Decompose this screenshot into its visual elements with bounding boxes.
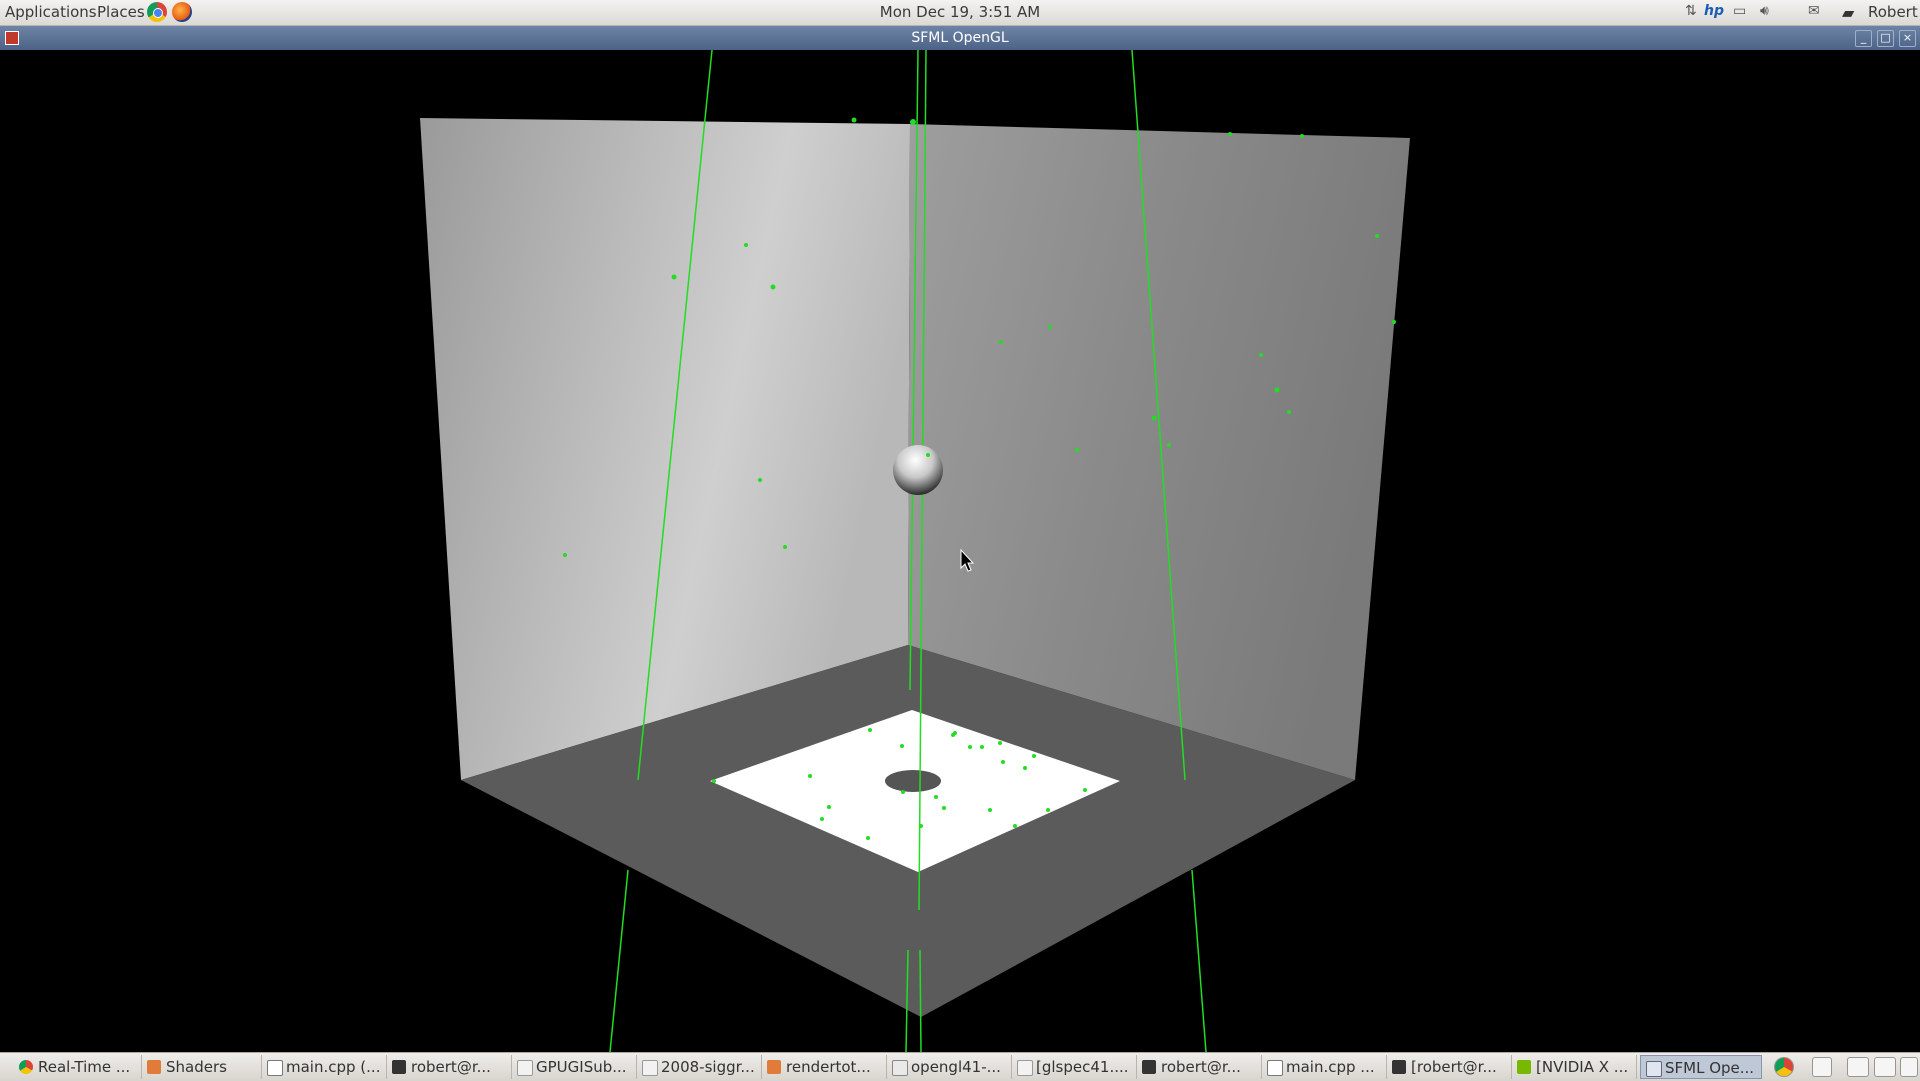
opengl-viewport[interactable] bbox=[0, 49, 1920, 1053]
taskbar-item-glspec41[interactable]: [glspec41.... bbox=[1012, 1055, 1137, 1079]
taskbar-item-terminal-1[interactable]: robert@r... bbox=[387, 1055, 512, 1079]
taskbar-item-main-cpp[interactable]: main.cpp (... bbox=[262, 1055, 387, 1079]
show-desktop-icon[interactable] bbox=[1812, 1057, 1832, 1077]
bottom-taskbar: Real-Time ... Shaders main.cpp (... robe… bbox=[0, 1052, 1920, 1081]
document-icon bbox=[517, 1060, 533, 1076]
chat-icon[interactable]: ▰ bbox=[1842, 3, 1854, 22]
sphere bbox=[893, 445, 943, 495]
taskbar-item-sfml-opengl[interactable]: SFML Ope... bbox=[1640, 1055, 1762, 1079]
taskbar-item-nvidia[interactable]: [NVIDIA X ... bbox=[1512, 1055, 1637, 1079]
pdf-icon bbox=[892, 1060, 908, 1076]
maximize-icon[interactable]: □ bbox=[1877, 30, 1894, 47]
network-icon[interactable]: ⇅ bbox=[1685, 3, 1697, 19]
folder-icon bbox=[767, 1060, 781, 1074]
chrome-icon bbox=[19, 1060, 33, 1074]
folder-icon bbox=[147, 1060, 161, 1074]
window-icon bbox=[1646, 1061, 1662, 1077]
sphere-shadow bbox=[885, 770, 941, 792]
workspace-2-icon[interactable] bbox=[1874, 1057, 1896, 1077]
taskbar-item-real-time[interactable]: Real-Time ... bbox=[14, 1055, 142, 1079]
taskbar-item-gpugisub[interactable]: GPUGISub... bbox=[512, 1055, 637, 1079]
terminal-icon bbox=[1392, 1060, 1406, 1074]
document-icon bbox=[1017, 1060, 1033, 1076]
document-icon bbox=[642, 1060, 658, 1076]
window-title: SFML OpenGL bbox=[911, 30, 1009, 46]
top-panel: Applications Places Mon Dec 19, 3:51 AM … bbox=[0, 0, 1920, 26]
trash-icon[interactable] bbox=[1900, 1057, 1918, 1077]
mail-icon[interactable]: ✉ bbox=[1808, 3, 1820, 19]
chrome-tray-icon[interactable] bbox=[1774, 1057, 1794, 1077]
hp-icon[interactable]: hp bbox=[1704, 3, 1724, 19]
window-title-bar[interactable]: SFML OpenGL _ □ × bbox=[0, 26, 1920, 50]
taskbar-item-opengl41[interactable]: opengl41-... bbox=[887, 1055, 1012, 1079]
scene-render bbox=[420, 49, 1410, 1053]
battery-icon[interactable]: ▭ bbox=[1733, 3, 1746, 19]
terminal-icon bbox=[392, 1060, 406, 1074]
taskbar-item-2008-siggraph[interactable]: 2008-siggr... bbox=[637, 1055, 762, 1079]
taskbar-item-main-cpp-2[interactable]: main.cpp ... bbox=[1262, 1055, 1387, 1079]
nvidia-icon bbox=[1517, 1060, 1531, 1074]
close-icon[interactable]: × bbox=[1899, 30, 1916, 47]
workspace-switcher-icon[interactable] bbox=[1847, 1057, 1869, 1077]
volume-icon[interactable]: 🔊︎ bbox=[1760, 3, 1769, 19]
text-editor-icon bbox=[267, 1060, 283, 1076]
clock[interactable]: Mon Dec 19, 3:51 AM bbox=[0, 3, 1920, 21]
terminal-icon bbox=[1142, 1060, 1156, 1074]
text-editor-icon bbox=[1267, 1060, 1283, 1076]
taskbar-item-rendertot[interactable]: rendertot... bbox=[762, 1055, 887, 1079]
taskbar-item-terminal-2[interactable]: robert@r... bbox=[1137, 1055, 1262, 1079]
minimize-icon[interactable]: _ bbox=[1855, 30, 1872, 47]
taskbar-item-terminal-3[interactable]: [robert@r... bbox=[1387, 1055, 1512, 1079]
user-menu[interactable]: Robert bbox=[1868, 3, 1918, 21]
taskbar-item-shaders[interactable]: Shaders bbox=[142, 1055, 262, 1079]
